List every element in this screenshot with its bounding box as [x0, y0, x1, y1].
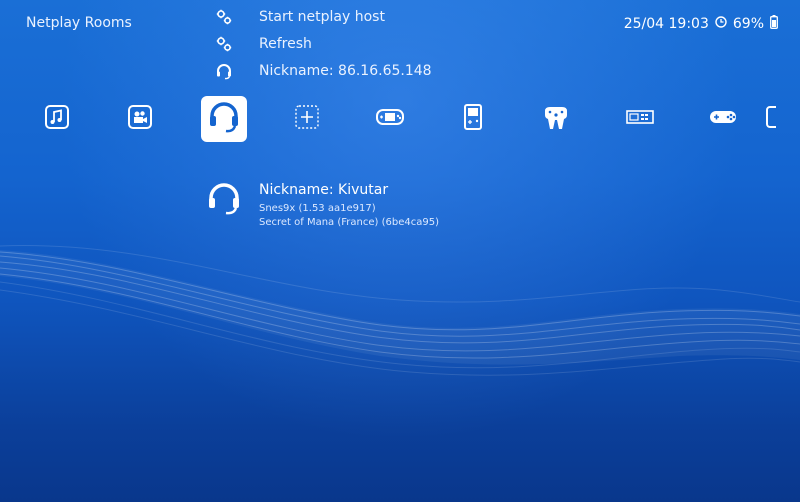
tab-add[interactable] [285, 96, 329, 142]
tab-netplay[interactable] [201, 96, 247, 142]
tab-snes[interactable] [701, 96, 745, 142]
menu-item-start-host[interactable]: Start netplay host [215, 3, 432, 30]
status-bar: 25/04 19:03 69% [624, 15, 778, 33]
n64-controller-icon [542, 103, 570, 135]
menu-item-refresh[interactable]: Refresh [215, 30, 432, 57]
more-icon [764, 105, 780, 133]
gameboy-icon [464, 104, 482, 134]
settings-icon [215, 8, 233, 26]
category-tabs [0, 96, 800, 142]
datetime: 25/04 19:03 [623, 16, 709, 32]
headset-icon [206, 181, 242, 217]
room-nickname: Nickname: Kivutar [259, 182, 389, 198]
tab-music[interactable] [35, 96, 79, 142]
battery-icon [770, 15, 778, 33]
battery-percent: 69% [732, 16, 764, 32]
page-title: Netplay Rooms [26, 15, 132, 31]
tab-gameboy[interactable] [451, 96, 495, 142]
headset-icon [215, 62, 233, 80]
add-icon [295, 105, 319, 133]
menu-item-label: Nickname: 86.16.65.148 [259, 62, 432, 79]
tab-n64[interactable] [534, 96, 578, 142]
tab-arcade[interactable] [618, 96, 662, 142]
room-game: Secret of Mana (France) (6be4ca95) [259, 217, 439, 228]
video-icon [128, 105, 152, 133]
tab-gba[interactable] [368, 96, 412, 142]
snes-controller-icon [709, 109, 737, 129]
netplay-room-entry[interactable]: Nickname: Kivutar Snes9x (1.53 aa1e917) … [206, 181, 439, 230]
netplay-headset-icon [205, 98, 243, 140]
menu-item-label: Refresh [259, 35, 312, 52]
clock-icon [715, 16, 727, 32]
tab-more[interactable] [764, 96, 800, 142]
music-icon [45, 105, 69, 133]
menu-item-nickname[interactable]: Nickname: 86.16.65.148 [215, 57, 432, 84]
tab-video[interactable] [118, 96, 162, 142]
settings-icon [215, 35, 233, 53]
menu-item-label: Start netplay host [259, 8, 385, 25]
arcade-icon [626, 109, 654, 129]
room-core: Snes9x (1.53 aa1e917) [259, 203, 376, 214]
gba-icon [376, 107, 404, 131]
room-details: Nickname: Kivutar Snes9x (1.53 aa1e917) … [259, 181, 439, 230]
netplay-menu: Start netplay host Refresh Nickname: 86.… [215, 3, 432, 84]
